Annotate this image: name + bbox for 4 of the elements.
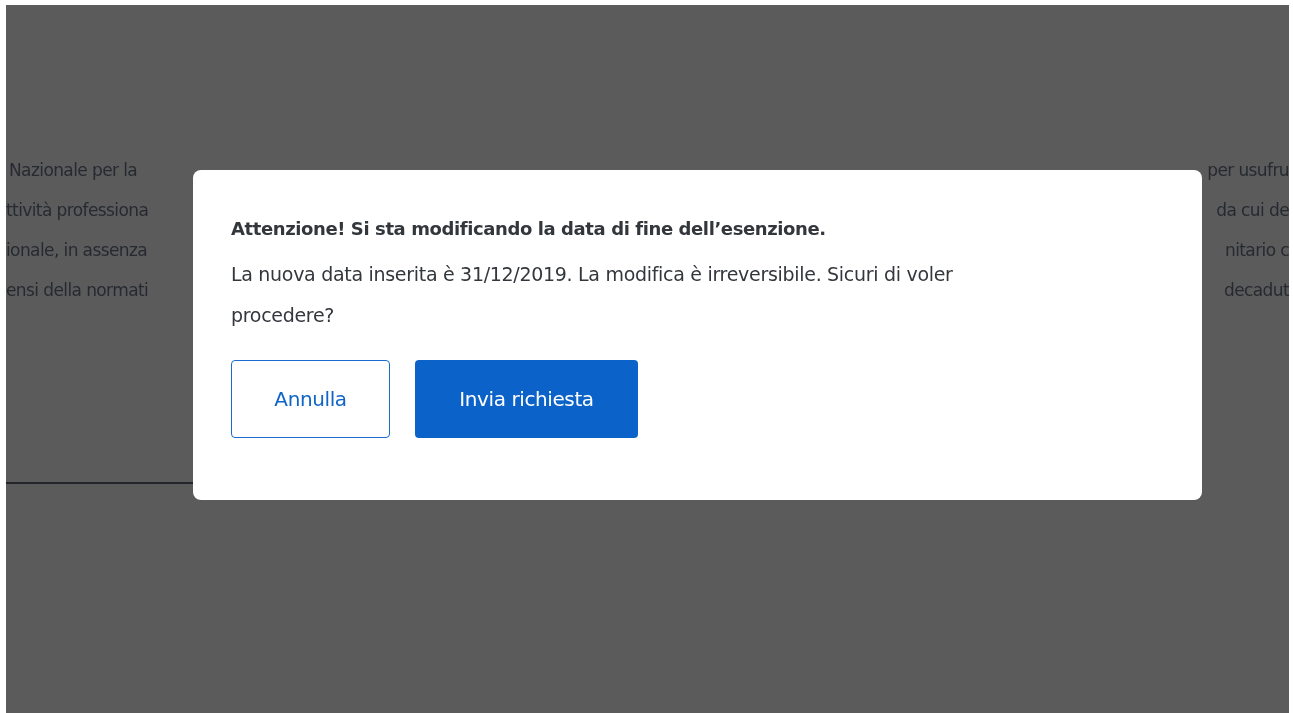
submit-button[interactable]: Invia richiesta	[415, 360, 638, 438]
dialog-title: Attenzione! Si sta modificando la data di fine dell’esenzione.	[231, 217, 827, 241]
cancel-button[interactable]: Annulla	[231, 360, 390, 438]
dialog-message: La nuova data inserita è 31/12/2019. La modifica è irreversibile. Sicuri di voler procedere?	[231, 262, 954, 328]
